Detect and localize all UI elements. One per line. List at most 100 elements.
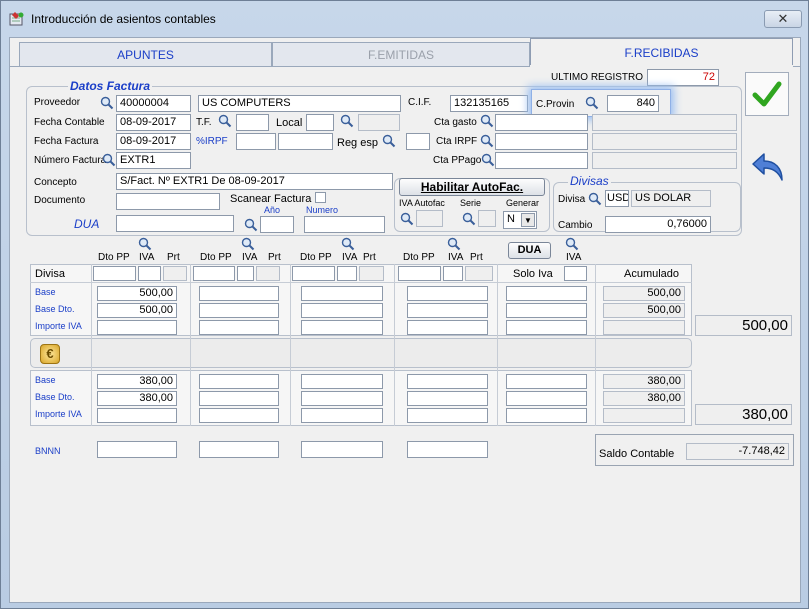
dua-button[interactable]: DUA — [508, 242, 551, 259]
s1-iva-col4[interactable] — [407, 320, 488, 335]
s1-base-col1[interactable]: 500,00 — [97, 286, 177, 301]
divisa-iva-3[interactable] — [337, 266, 357, 281]
iva-autofac-field[interactable] — [416, 210, 443, 227]
dua-iva-search-icon[interactable] — [565, 237, 579, 251]
scanear-checkbox[interactable] — [315, 192, 326, 203]
divisa-iva-2[interactable] — [237, 266, 254, 281]
iva-search-icon-3[interactable] — [341, 237, 355, 251]
s2-base-solo-iva[interactable] — [506, 374, 587, 389]
dua-field[interactable] — [116, 215, 234, 232]
s2-iva-col3[interactable] — [301, 408, 383, 423]
close-button[interactable]: ✕ — [764, 10, 802, 28]
s1-base-dto-col1[interactable]: 500,00 — [97, 303, 177, 318]
divisa-iva-1[interactable] — [138, 266, 161, 281]
s2-base-dto-solo-iva[interactable] — [506, 391, 587, 406]
local-field[interactable] — [306, 114, 334, 131]
solo-iva-field[interactable] — [564, 266, 587, 281]
divisa-prt-4[interactable] — [465, 266, 493, 281]
iva-autofac-search-icon[interactable] — [400, 212, 414, 226]
s1-base-col2[interactable] — [199, 286, 279, 301]
cta-irpf-field[interactable] — [495, 133, 588, 150]
confirm-button[interactable] — [745, 72, 789, 116]
s1-base-col3[interactable] — [301, 286, 383, 301]
s2-base-col3[interactable] — [301, 374, 383, 389]
numero-factura-search-icon[interactable] — [102, 153, 116, 167]
s1-iva-col2[interactable] — [199, 320, 279, 335]
s2-iva-solo-iva[interactable] — [506, 408, 587, 423]
reg-esp-field[interactable] — [406, 133, 430, 150]
s2-base-dto-col3[interactable] — [301, 391, 383, 406]
bnnn-col3[interactable] — [301, 441, 383, 458]
s1-base-col4[interactable] — [407, 286, 488, 301]
divisa-code-field[interactable]: USD — [605, 190, 629, 207]
divisa-search-icon[interactable] — [588, 192, 602, 206]
generar-select[interactable]: N ▼ — [503, 211, 537, 229]
dua-numero-field[interactable] — [304, 216, 385, 233]
cif-field[interactable]: 132135165 — [450, 95, 528, 112]
divisa-prt-1[interactable] — [163, 266, 187, 281]
s2-base-dto-col2[interactable] — [199, 391, 279, 406]
numero-factura-field[interactable]: EXTR1 — [116, 152, 191, 169]
s1-base-solo-iva[interactable] — [506, 286, 587, 301]
irpf-value-field[interactable] — [278, 133, 333, 150]
euro-icon[interactable]: € — [40, 344, 60, 364]
cprovin-field[interactable]: 840 — [607, 95, 659, 112]
cta-gasto-field[interactable] — [495, 114, 588, 131]
proveedor-search-icon[interactable] — [100, 96, 114, 110]
s2-iva-col4[interactable] — [407, 408, 488, 423]
fecha-factura-field[interactable]: 08-09-2017 — [116, 133, 191, 150]
s1-iva-col1[interactable] — [97, 320, 177, 335]
cta-gasto-search-icon[interactable] — [480, 114, 494, 128]
cambio-field[interactable]: 0,76000 — [605, 216, 711, 233]
s1-base-dto-col2[interactable] — [199, 303, 279, 318]
s1-base-dto-solo-iva[interactable] — [506, 303, 587, 318]
local-search-icon[interactable] — [340, 114, 354, 128]
dua-search-icon[interactable] — [244, 218, 258, 232]
divisa-dto-pp-1[interactable] — [93, 266, 136, 281]
s2-base-dto-col4[interactable] — [407, 391, 488, 406]
s1-base-dto-col4[interactable] — [407, 303, 488, 318]
s2-base-dto-col1[interactable]: 380,00 — [97, 391, 177, 406]
divisa-prt-3[interactable] — [359, 266, 384, 281]
bnnn-col4[interactable] — [407, 441, 488, 458]
bnnn-col1[interactable] — [97, 441, 177, 458]
tf-field[interactable] — [236, 114, 269, 131]
irpf-field[interactable] — [236, 133, 276, 150]
fecha-contable-field[interactable]: 08-09-2017 — [116, 114, 191, 131]
divisa-dto-pp-4[interactable] — [398, 266, 441, 281]
concepto-field[interactable]: S/Fact. Nº EXTR1 De 08-09-2017 — [116, 173, 393, 190]
documento-field[interactable] — [116, 193, 220, 210]
dua-anio-field[interactable] — [260, 216, 294, 233]
s2-iva-col1[interactable] — [97, 408, 177, 423]
tab-frecibidas[interactable]: F.RECIBIDAS — [530, 38, 793, 66]
serie-field[interactable] — [478, 210, 496, 227]
tab-apuntes[interactable]: APUNTES — [19, 42, 272, 66]
s2-base-col1[interactable]: 380,00 — [97, 374, 177, 389]
s2-base-col2[interactable] — [199, 374, 279, 389]
cprovin-search-icon[interactable] — [585, 96, 599, 110]
s2-iva-col2[interactable] — [199, 408, 279, 423]
iva-search-icon-2[interactable] — [241, 237, 255, 251]
proveedor-name-field[interactable]: US COMPUTERS — [198, 95, 401, 112]
tf-search-icon[interactable] — [218, 114, 232, 128]
back-arrow-icon[interactable] — [750, 151, 786, 185]
divisa-prt-2[interactable] — [256, 266, 280, 281]
s1-iva-solo-iva[interactable] — [506, 320, 587, 335]
cta-irpf-search-icon[interactable] — [480, 134, 494, 148]
iva-search-icon-4[interactable] — [447, 237, 461, 251]
cta-ppago-field[interactable] — [495, 152, 588, 169]
reg-esp-search-icon[interactable] — [382, 134, 396, 148]
s1-iva-col3[interactable] — [301, 320, 383, 335]
divisa-dto-pp-2[interactable] — [193, 266, 235, 281]
serie-search-icon[interactable] — [462, 212, 476, 226]
divisa-iva-4[interactable] — [443, 266, 463, 281]
habilitar-autofac-button[interactable]: Habilitar AutoFac. — [399, 178, 545, 196]
divisa-dto-pp-3[interactable] — [292, 266, 335, 281]
tab-femitidas[interactable]: F.EMITIDAS — [272, 42, 530, 66]
bnnn-col2[interactable] — [199, 441, 279, 458]
iva-search-icon-1[interactable] — [138, 237, 152, 251]
s2-base-col4[interactable] — [407, 374, 488, 389]
proveedor-code-field[interactable]: 40000004 — [116, 95, 191, 112]
s1-base-dto-col3[interactable] — [301, 303, 383, 318]
cta-ppago-search-icon[interactable] — [481, 153, 495, 167]
